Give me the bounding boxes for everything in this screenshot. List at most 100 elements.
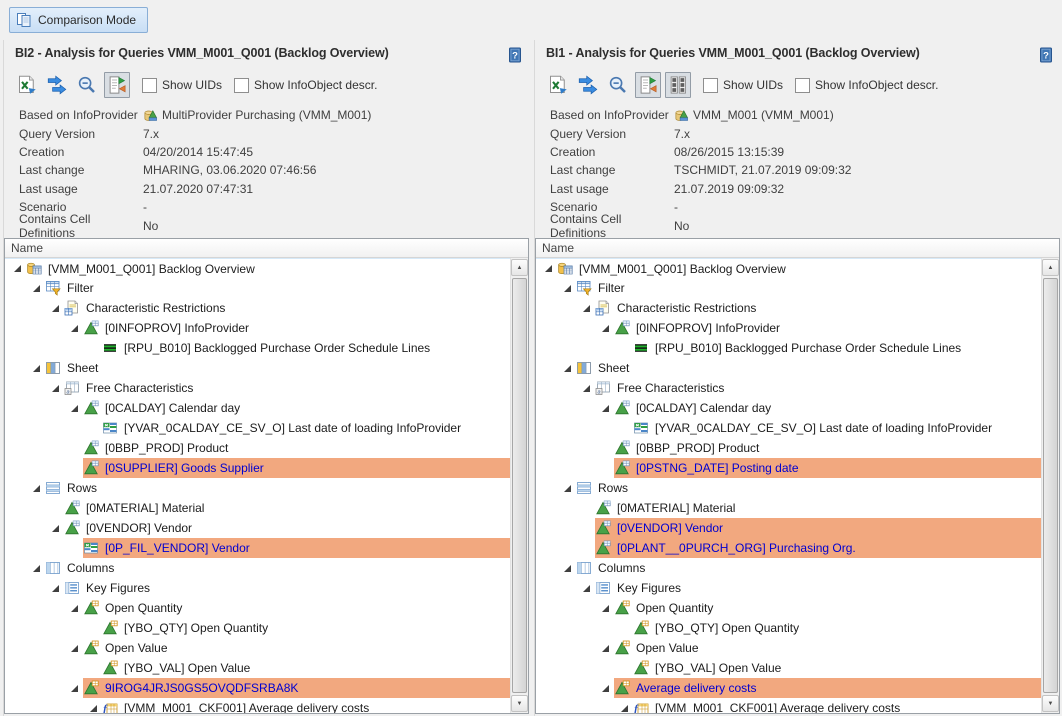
export-to-spreadsheet-button[interactable] [14,72,40,98]
tree-row[interactable]: [VMM_M001_CKF001] Average delivery costs [5,698,510,713]
tree-row[interactable]: [YBO_VAL] Open Value [536,658,1041,678]
scroll-thumb[interactable] [1043,278,1058,693]
expander-icon[interactable] [51,583,62,594]
tree-row[interactable]: Open Value [5,638,510,658]
expander-icon[interactable] [601,643,612,654]
tree-row[interactable]: [RPU_B010] Backlogged Purchase Order Sch… [5,338,510,358]
tree-row[interactable]: [0VENDOR] Vendor [536,518,1041,538]
tree-row[interactable]: [VMM_M001_CKF001] Average delivery costs [536,698,1041,713]
tree-row[interactable]: Filter [5,278,510,298]
tree-row[interactable]: Open Quantity [5,598,510,618]
tree-row[interactable]: [YBO_VAL] Open Value [5,658,510,678]
tree-row[interactable]: Free Characteristics [5,378,510,398]
tree-row[interactable]: [YVAR_0CALDAY_CE_SV_O] Last date of load… [536,418,1041,438]
expander-icon[interactable] [51,523,62,534]
compare-toggle-button[interactable] [635,72,661,98]
tree-row[interactable]: Characteristic Restrictions [5,298,510,318]
export-to-spreadsheet-button[interactable] [545,72,571,98]
tree-row[interactable]: Key Figures [5,578,510,598]
scroll-up-button[interactable]: ▲ [511,259,528,276]
tree-row[interactable]: Sheet [536,358,1041,378]
technical-view-button[interactable] [665,72,691,98]
tree-row[interactable]: Columns [536,558,1041,578]
checkbox-box[interactable] [234,78,249,93]
expander-icon[interactable] [601,323,612,334]
expander-icon[interactable] [70,683,81,694]
tree-row[interactable]: Rows [5,478,510,498]
tree-row[interactable]: [0CALDAY] Calendar day [536,398,1041,418]
transport-button[interactable] [575,72,601,98]
expander-icon[interactable] [13,263,24,274]
expander-icon[interactable] [70,323,81,334]
zoom-out-button[interactable] [605,72,631,98]
tree-row[interactable]: Sheet [5,358,510,378]
tree-row[interactable]: [RPU_B010] Backlogged Purchase Order Sch… [536,338,1041,358]
expander-icon[interactable] [32,483,43,494]
tree-row[interactable]: Rows [536,478,1041,498]
show-uids-checkbox[interactable]: Show UIDs [142,78,222,93]
expander-icon[interactable] [563,483,574,494]
expander-icon[interactable] [32,563,43,574]
expander-icon[interactable] [582,583,593,594]
tree-column-header[interactable]: Name [5,239,528,258]
tree-row[interactable]: [0VENDOR] Vendor [5,518,510,538]
scroll-thumb[interactable] [512,278,527,693]
tree-row[interactable]: [YBO_QTY] Open Quantity [5,618,510,638]
tree-row[interactable]: Characteristic Restrictions [536,298,1041,318]
checkbox-box[interactable] [703,78,718,93]
expander-icon[interactable] [582,303,593,314]
tree-row[interactable]: [YBO_QTY] Open Quantity [536,618,1041,638]
expander-icon[interactable] [70,403,81,414]
show-infoobject-descr-checkbox[interactable]: Show InfoObject descr. [234,78,377,93]
expander-icon[interactable] [51,383,62,394]
tree-row[interactable]: Open Quantity [536,598,1041,618]
expander-icon[interactable] [601,683,612,694]
expander-icon[interactable] [51,303,62,314]
expander-icon[interactable] [70,643,81,654]
vertical-scrollbar[interactable]: ▲ ▼ [510,258,528,713]
tree-row[interactable]: [VMM_M001_Q001] Backlog Overview [536,258,1041,278]
tree-row[interactable]: [0BBP_PROD] Product [536,438,1041,458]
tree-row[interactable]: [0INFOPROV] InfoProvider [5,318,510,338]
expander-icon[interactable] [544,263,555,274]
tree-row[interactable]: Free Characteristics [536,378,1041,398]
checkbox-box[interactable] [142,78,157,93]
tree-row[interactable]: Columns [5,558,510,578]
expander-icon[interactable] [32,283,43,294]
comparison-mode-button[interactable]: Comparison Mode [9,7,148,33]
tree-row[interactable]: [0MATERIAL] Material [5,498,510,518]
tree-row[interactable]: Open Value [536,638,1041,658]
tree-row[interactable]: [0P_FIL_VENDOR] Vendor [5,538,510,558]
expander-icon[interactable] [601,403,612,414]
expander-icon[interactable] [620,703,631,714]
tree-row[interactable]: [0CALDAY] Calendar day [5,398,510,418]
tree-row[interactable]: [0INFOPROV] InfoProvider [536,318,1041,338]
tree-row[interactable]: [0BBP_PROD] Product [5,438,510,458]
transport-button[interactable] [44,72,70,98]
tree-row[interactable]: [VMM_M001_Q001] Backlog Overview [5,258,510,278]
scroll-down-button[interactable]: ▼ [511,695,528,712]
tree-row[interactable]: 9IROG4JRJS0GS5OVQDFSRBA8K [5,678,510,698]
help-icon[interactable] [507,47,523,63]
expander-icon[interactable] [70,603,81,614]
vertical-scrollbar[interactable]: ▲ ▼ [1041,258,1059,713]
expander-icon[interactable] [563,283,574,294]
expander-icon[interactable] [601,603,612,614]
tree-row[interactable]: [0PSTNG_DATE] Posting date [536,458,1041,478]
show-infoobject-descr-checkbox[interactable]: Show InfoObject descr. [795,78,938,93]
expander-icon[interactable] [563,563,574,574]
expander-icon[interactable] [582,383,593,394]
expander-icon[interactable] [32,363,43,374]
tree-row[interactable]: [0PLANT__0PURCH_ORG] Purchasing Org. [536,538,1041,558]
tree-row[interactable]: Average delivery costs [536,678,1041,698]
tree-row[interactable]: [YVAR_0CALDAY_CE_SV_O] Last date of load… [5,418,510,438]
checkbox-box[interactable] [795,78,810,93]
tree-row[interactable]: [0MATERIAL] Material [536,498,1041,518]
tree-row[interactable]: [0SUPPLIER] Goods Supplier [5,458,510,478]
tree-row[interactable]: Key Figures [536,578,1041,598]
scroll-up-button[interactable]: ▲ [1042,259,1059,276]
scroll-down-button[interactable]: ▼ [1042,695,1059,712]
tree-column-header[interactable]: Name [536,239,1059,258]
zoom-out-button[interactable] [74,72,100,98]
compare-toggle-button[interactable] [104,72,130,98]
